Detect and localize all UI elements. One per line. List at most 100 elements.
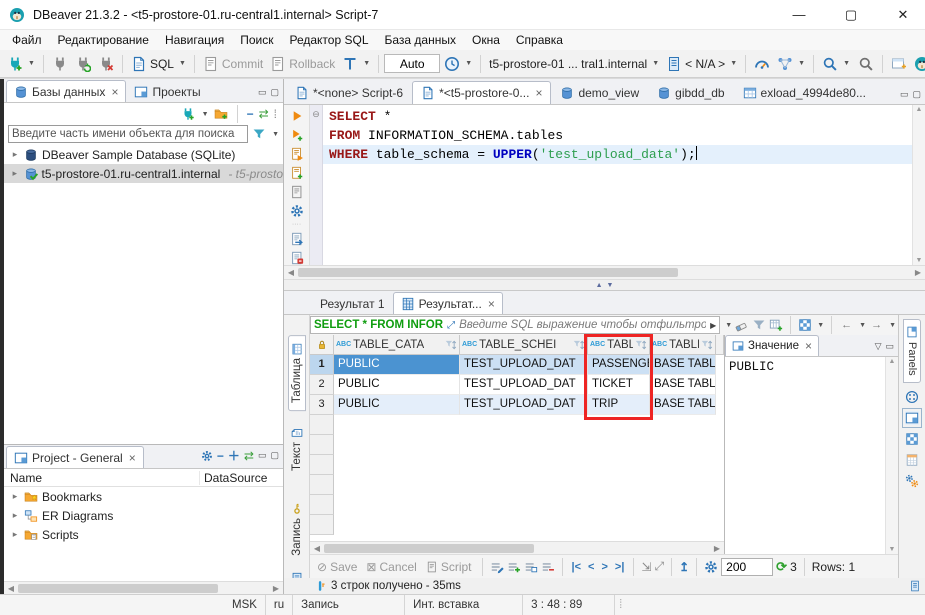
filter-input[interactable]: Введите SQL выражение чтобы отфильтроват…: [459, 319, 706, 331]
new-folder-icon[interactable]: [214, 107, 228, 121]
collapse-all-icon[interactable]: −: [217, 449, 224, 463]
chevron-down-icon[interactable]: ▼: [179, 60, 186, 67]
row-number[interactable]: 2: [310, 375, 334, 395]
expander-icon[interactable]: ▸: [10, 168, 20, 179]
execute-script-new-icon[interactable]: [290, 166, 304, 180]
grid-cell[interactable]: PUBLIC: [334, 395, 460, 415]
column-header-table_cata[interactable]: ABCTABLE_CATA: [334, 335, 460, 355]
explain-plan-icon[interactable]: [290, 185, 304, 199]
new-filter-icon[interactable]: [769, 318, 783, 332]
cell-value-text[interactable]: PUBLIC: [725, 357, 885, 554]
export-data-icon[interactable]: [290, 232, 304, 246]
chevron-down-icon[interactable]: ▼: [889, 322, 896, 329]
column-header-table_name[interactable]: ABCTABLE_NAME: [588, 335, 650, 355]
side-tab-table[interactable]: Таблица: [288, 335, 306, 411]
chevron-down-icon[interactable]: ▼: [843, 60, 850, 67]
scroll-down-icon[interactable]: ▼: [916, 257, 923, 264]
last-row-icon[interactable]: >|: [613, 561, 627, 573]
tree-item-scripts[interactable]: ▸Scripts: [4, 525, 283, 544]
chevron-down-icon[interactable]: ▼: [202, 111, 209, 118]
gear-icon[interactable]: [290, 204, 304, 218]
history-back-icon[interactable]: ←: [839, 319, 854, 331]
new-connection-icon[interactable]: [181, 107, 195, 121]
grid-corner-cell[interactable]: [310, 335, 334, 355]
scroll-left-icon[interactable]: ◀: [4, 584, 18, 593]
expander-icon[interactable]: ▸: [10, 149, 20, 160]
menu-item-5[interactable]: База данных: [377, 31, 464, 49]
catalog-selector[interactable]: < N/A >▼: [663, 54, 740, 74]
fetch-next-page-icon[interactable]: ⇲: [641, 560, 651, 574]
value-vertical-scrollbar[interactable]: ▲▼: [885, 357, 898, 554]
column-header-table_schei[interactable]: ABCTABLE_SCHEI: [460, 335, 588, 355]
collapse-all-icon[interactable]: −: [247, 107, 254, 121]
menu-item-2[interactable]: Навигация: [157, 31, 232, 49]
clear-filter-icon[interactable]: [735, 318, 749, 332]
reconnect-button[interactable]: [72, 54, 94, 74]
sash-down-icon[interactable]: ▼: [607, 282, 614, 289]
timezone-indicator[interactable]: MSK: [224, 595, 266, 615]
browse-panel-icon[interactable]: [905, 390, 919, 404]
chevron-down-icon[interactable]: ▼: [730, 60, 737, 67]
grid-horizontal-scrollbar[interactable]: ◀ ▶: [310, 541, 724, 554]
execute-statement-icon[interactable]: [290, 109, 304, 123]
scrollbar-thumb[interactable]: [18, 584, 218, 593]
history-forward-icon[interactable]: →: [869, 319, 884, 331]
next-row-icon[interactable]: >: [599, 561, 609, 573]
tree-item-connection[interactable]: ▸DBeaver Sample Database (SQLite): [4, 145, 283, 164]
view-menu-icon[interactable]: ▽: [875, 341, 882, 352]
tree-item-er-diagrams[interactable]: ▸ER Diagrams: [4, 506, 283, 525]
minimize-button[interactable]: —: [777, 0, 821, 29]
value-view-panel-icon[interactable]: [905, 411, 919, 425]
filter-box[interactable]: SELECT * FROM INFOR ⤢ Введите SQL выраже…: [310, 316, 720, 334]
sql-editor-button[interactable]: SQL▼: [128, 54, 189, 74]
grid-cell[interactable]: PASSENGER: [588, 355, 650, 375]
chevron-down-icon[interactable]: ▼: [272, 131, 279, 138]
script-button[interactable]: Script: [423, 558, 475, 576]
scrollbar-thumb[interactable]: [324, 544, 534, 553]
expand-all-icon[interactable]: ＋: [228, 447, 240, 464]
disconnect-button[interactable]: [95, 54, 117, 74]
sash-up-icon[interactable]: ▲: [596, 282, 603, 289]
menu-item-4[interactable]: Редактор SQL: [281, 31, 376, 49]
side-tab-text[interactable]: Текст: [288, 419, 306, 479]
open-perspective-button[interactable]: [888, 54, 910, 74]
menu-item-6[interactable]: Окна: [464, 31, 508, 49]
references-panel-icon[interactable]: [905, 474, 919, 488]
export-result-icon[interactable]: ↥: [679, 560, 689, 574]
menu-item-0[interactable]: Файл: [4, 31, 50, 49]
close-icon[interactable]: ×: [488, 297, 495, 311]
chevron-down-icon[interactable]: ▼: [28, 60, 35, 67]
execute-script-icon[interactable]: [290, 147, 304, 161]
refresh-icon[interactable]: ⟳: [776, 559, 787, 575]
connect-button[interactable]: [49, 54, 71, 74]
row-number-empty[interactable]: [310, 415, 334, 435]
close-icon[interactable]: ×: [129, 451, 136, 465]
chevron-down-icon[interactable]: ▼: [859, 322, 866, 329]
minimize-panel-icon[interactable]: ▭: [885, 341, 894, 352]
scroll-left-icon[interactable]: ◀: [284, 268, 298, 277]
fold-gutter[interactable]: ⊖: [310, 105, 323, 265]
gear-icon[interactable]: [704, 560, 718, 574]
menu-item-1[interactable]: Редактирование: [50, 31, 157, 49]
unformat-icon[interactable]: [290, 251, 304, 265]
filters-icon[interactable]: [752, 318, 766, 332]
chevron-down-icon[interactable]: ▼: [817, 322, 824, 329]
side-tab-record[interactable]: Запись: [288, 495, 306, 564]
editor-vertical-scrollbar[interactable]: ▲▼: [912, 105, 925, 265]
dbeaver-perspective-button[interactable]: [911, 54, 925, 74]
scroll-up-icon[interactable]: ▲: [889, 358, 896, 365]
grid-cell[interactable]: BASE TABLE: [650, 395, 716, 415]
editor-tab[interactable]: demo_view: [551, 81, 648, 104]
close-button[interactable]: ✕: [881, 0, 925, 29]
close-icon[interactable]: ×: [111, 85, 118, 99]
scroll-left-icon[interactable]: ◀: [310, 544, 324, 553]
link-editor-icon[interactable]: ⇄: [259, 107, 269, 121]
column-header-datasource[interactable]: DataSource: [199, 471, 283, 485]
minimize-panel-icon[interactable]: ▭: [258, 450, 267, 461]
tree-item-bookmarks[interactable]: ▸Bookmarks: [4, 487, 283, 506]
chevron-down-icon[interactable]: ▼: [652, 60, 659, 67]
expander-icon[interactable]: ▸: [10, 510, 20, 521]
dashboard-button[interactable]: [751, 54, 773, 74]
maximize-panel-icon[interactable]: ▢: [270, 450, 279, 461]
tab-databases[interactable]: Базы данных ×: [6, 80, 126, 102]
